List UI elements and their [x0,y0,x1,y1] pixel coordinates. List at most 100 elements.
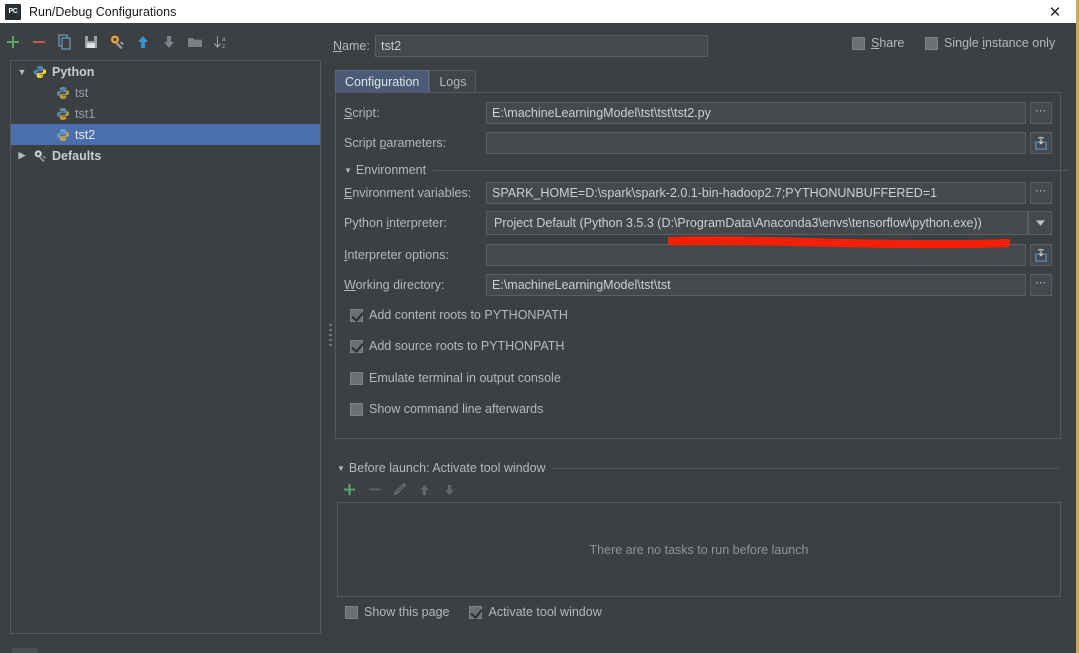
before-launch-section-label: Before launch: Activate tool window [348,461,546,475]
titlebar: PC Run/Debug Configurations ✕ [0,0,1076,23]
script-parameters-input[interactable] [486,132,1026,154]
name-input[interactable]: tst2 [375,35,708,57]
working-directory-browse-button[interactable]: ⋯ [1030,274,1052,296]
script-row: Script: E:\machineLearningModel\tst\tst\… [344,102,1052,124]
environment-variables-browse-button[interactable]: ⋯ [1030,182,1052,204]
tree-item-label: tst [75,85,89,100]
chevron-down-icon[interactable]: ▼ [337,464,345,473]
working-directory-input[interactable]: E:\machineLearningModel\tst\tst [486,274,1026,296]
tree-item-tst2[interactable]: tst2 [11,124,320,145]
show-this-page-checkbox[interactable] [345,605,358,619]
working-directory-row: Working directory: E:\machineLearningMod… [344,274,1052,296]
before-launch-tasks-list[interactable]: There are no tasks to run before launch [337,502,1061,597]
splitter-grip[interactable] [329,324,333,346]
single-instance-label[interactable]: Single instance only [944,36,1055,50]
task-move-up-button [412,478,437,500]
python-config-icon [56,128,70,141]
add-content-roots-label[interactable]: Add content roots to PYTHONPATH [369,308,568,322]
add-source-roots-label[interactable]: Add source roots to PYTHONPATH [369,339,564,353]
show-this-page-label[interactable]: Show this page [364,605,449,619]
tab-logs[interactable]: Logs [429,70,477,93]
add-configuration-button[interactable] [0,30,26,54]
share-option[interactable]: Share [852,36,904,50]
tree-item-defaults[interactable]: ▶ Defaults [11,145,320,166]
activate-tool-window-label[interactable]: Activate tool window [488,605,601,619]
configuration-panel: Script: E:\machineLearningModel\tst\tst\… [335,92,1068,439]
config-tabs: Configuration Logs [335,70,477,93]
configurations-tree[interactable]: ▼ Python tst tst1 tst2 ▶ Defaults [10,60,321,634]
before-launch-section-header[interactable]: ▼ Before launch: Activate tool window [337,461,1061,475]
divider [552,467,1059,469]
tree-item-tst1[interactable]: tst1 [11,103,320,124]
empty-tasks-message: There are no tasks to run before launch [589,542,809,557]
copy-icon[interactable] [52,30,78,54]
environment-variables-row: Environment variables: SPARK_HOME=D:\spa… [344,182,1052,204]
tree-item-label: tst2 [75,127,96,142]
add-content-roots-checkbox[interactable] [350,308,363,322]
configurations-toolbar: a z [0,28,320,56]
arrow-down-icon[interactable] [156,30,182,54]
add-content-roots-option[interactable]: Add content roots to PYTHONPATH [350,308,568,322]
activate-tool-window-checkbox[interactable] [469,605,483,619]
chevron-right-icon[interactable]: ▶ [15,149,29,163]
svg-text:a: a [222,36,226,43]
sort-alpha-icon[interactable]: a z [208,30,234,54]
chevron-down-icon[interactable]: ▼ [15,65,29,79]
interpreter-options-label: Interpreter options: [344,248,449,262]
single-instance-checkbox[interactable] [925,36,938,50]
offscreen-partial-button[interactable] [12,648,38,653]
single-instance-option[interactable]: Single instance only [925,36,1055,50]
working-directory-label: Working directory: [344,278,445,292]
remove-configuration-button[interactable] [26,30,52,54]
python-interpreter-dropdown-button[interactable] [1028,211,1052,235]
share-checkbox[interactable] [852,36,865,50]
environment-variables-label: Environment variables: [344,186,472,200]
pycharm-icon: PC [5,3,21,20]
tree-item-label: Python [52,64,95,79]
script-parameters-expand-button[interactable] [1030,132,1052,154]
show-command-line-checkbox[interactable] [350,402,363,416]
script-parameters-label: Script parameters: [344,136,447,150]
emulate-terminal-checkbox[interactable] [350,371,363,385]
share-label[interactable]: Share [871,36,904,50]
interpreter-options-row: Interpreter options: [344,244,1052,266]
tab-configuration[interactable]: Configuration [335,70,430,93]
name-label: Name: [333,39,370,53]
script-parameters-row: Script parameters: [344,132,1052,154]
show-command-line-label[interactable]: Show command line afterwards [369,402,543,416]
gear-wrench-icon[interactable] [104,30,130,54]
close-icon[interactable]: ✕ [1046,3,1064,21]
run-debug-configurations-dialog: PC Run/Debug Configurations ✕ a z ▼ Pyth… [0,0,1079,653]
environment-section-header[interactable]: ▼ Environment [344,163,1070,177]
arrow-up-icon[interactable] [130,30,156,54]
ellipsis-icon: ⋯ [1035,277,1047,289]
tree-item-label: Defaults [52,148,102,163]
add-task-button[interactable] [337,478,362,500]
gear-wrench-icon [34,149,47,162]
before-launch-toolbar [337,478,462,500]
expand-editor-icon [1035,248,1047,262]
emulate-terminal-option[interactable]: Emulate terminal in output console [350,371,561,385]
python-config-icon [56,107,70,120]
script-input[interactable]: E:\machineLearningModel\tst\tst\tst2.py [486,102,1026,124]
folder-icon[interactable] [182,30,208,54]
tree-item-python[interactable]: ▼ Python [11,61,320,82]
add-source-roots-option[interactable]: Add source roots to PYTHONPATH [350,339,564,353]
python-config-icon [56,86,70,99]
environment-variables-input[interactable]: SPARK_HOME=D:\spark\spark-2.0.1-bin-hado… [486,182,1026,204]
chevron-down-icon[interactable]: ▼ [344,166,352,175]
emulate-terminal-label[interactable]: Emulate terminal in output console [369,371,561,385]
python-interpreter-select[interactable]: Project Default (Python 3.5.3 (D:\Progra… [486,211,1028,235]
script-browse-button[interactable]: ⋯ [1030,102,1052,124]
remove-task-button [362,478,387,500]
ellipsis-icon: ⋯ [1035,105,1047,117]
interpreter-options-expand-button[interactable] [1030,244,1052,266]
tree-item-label: tst1 [75,106,96,121]
python-interpreter-label: Python interpreter: [344,216,447,230]
ellipsis-icon: ⋯ [1035,185,1047,197]
interpreter-options-input[interactable] [486,244,1026,266]
tree-item-tst[interactable]: tst [11,82,320,103]
add-source-roots-checkbox[interactable] [350,339,363,353]
show-command-line-option[interactable]: Show command line afterwards [350,402,543,416]
save-icon[interactable] [78,30,104,54]
